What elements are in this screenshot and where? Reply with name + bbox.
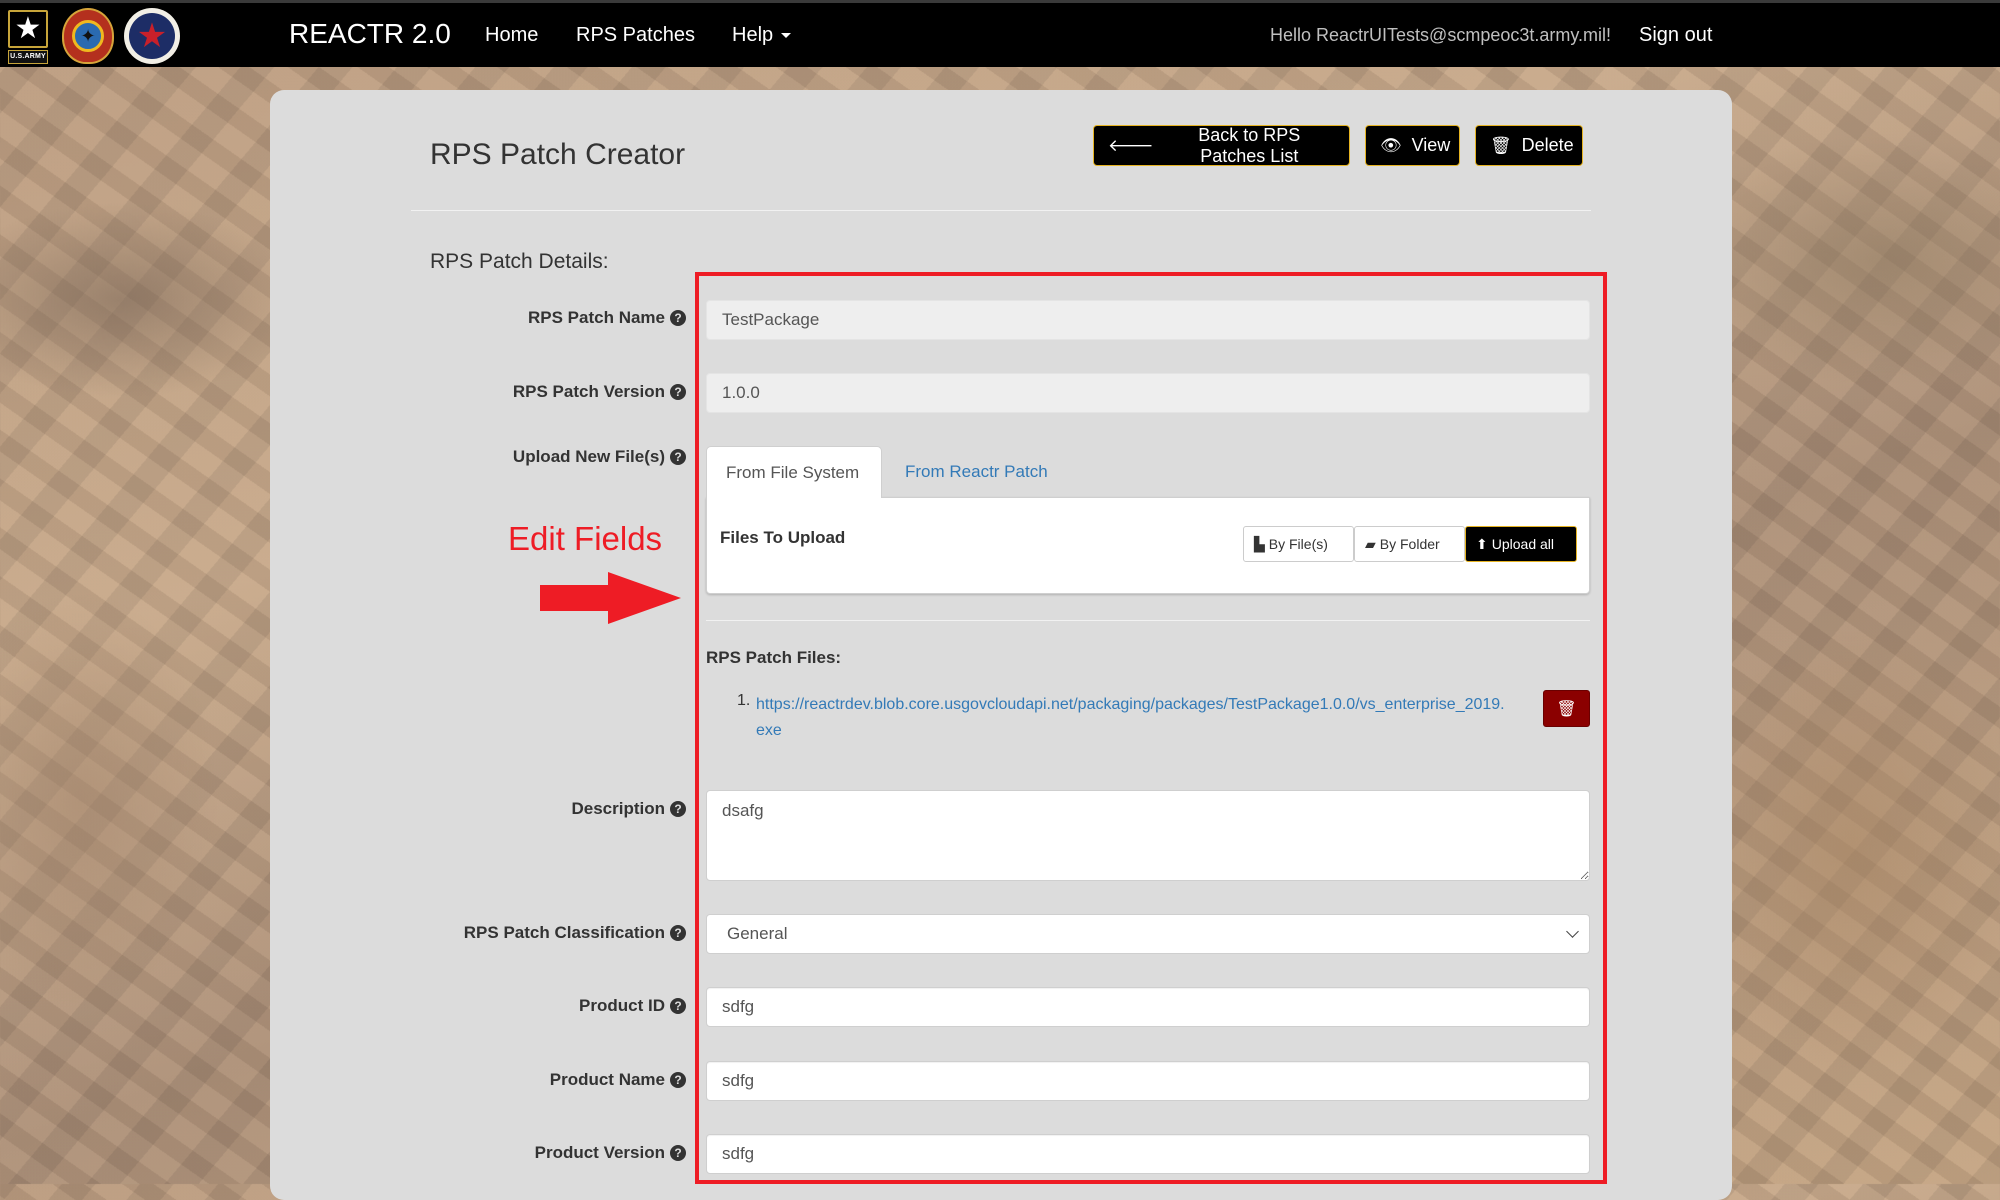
by-files-label: By File(s) xyxy=(1268,536,1328,552)
header-divider xyxy=(411,210,1591,211)
files-to-upload-heading: Files To Upload xyxy=(720,528,846,547)
signal-corps-crest-logo[interactable]: ✦ xyxy=(60,8,116,64)
by-folder-button[interactable]: ▰ By Folder xyxy=(1354,526,1465,562)
nav-help-dropdown[interactable]: Help xyxy=(732,24,792,47)
edit-fields-annotation: Edit Fields xyxy=(508,520,663,557)
delete-button[interactable]: 🗑 Delete xyxy=(1475,125,1583,166)
nav-home[interactable]: Home xyxy=(485,24,538,47)
product-version-input[interactable]: sdfg xyxy=(706,1134,1590,1174)
patch-file-link[interactable]: https://reactrdev.blob.core.usgovcloudap… xyxy=(756,692,1506,744)
compass-icon: ✦ xyxy=(72,20,104,52)
brand-link[interactable]: REACTR 2.0 xyxy=(289,18,451,50)
product-version-value: sdfg xyxy=(722,1144,755,1163)
arrow-left-icon: 🡐 xyxy=(1108,136,1154,155)
back-to-list-button[interactable]: 🡐 Back to RPS Patches List xyxy=(1093,125,1350,166)
view-button-label: View xyxy=(1411,135,1451,155)
arrow-shape xyxy=(540,572,681,624)
tab-from-reactr-patch[interactable]: From Reactr Patch xyxy=(886,446,1067,498)
help-icon[interactable]: ? xyxy=(670,925,686,941)
folder-open-icon: ▰ xyxy=(1365,535,1376,552)
classification-label: RPS Patch Classification? xyxy=(464,923,686,943)
upload-all-button[interactable]: ⬆ Upload all xyxy=(1465,526,1577,562)
help-icon[interactable]: ? xyxy=(670,310,686,326)
description-label-text: Description xyxy=(571,799,665,818)
product-id-value: sdfg xyxy=(722,997,755,1016)
back-button-label: Back to RPS Patches List xyxy=(1198,124,1301,166)
description-textarea[interactable]: dsafg xyxy=(706,790,1590,881)
patch-version-label-text: RPS Patch Version xyxy=(512,382,665,401)
product-name-input[interactable]: sdfg xyxy=(706,1061,1590,1101)
by-folder-label: By Folder xyxy=(1379,536,1440,552)
page-title: RPS Patch Creator xyxy=(430,138,686,171)
patch-name-label-text: RPS Patch Name xyxy=(528,308,665,327)
product-id-label: Product ID? xyxy=(579,996,686,1016)
nav-help-label: Help xyxy=(732,24,774,46)
product-name-value: sdfg xyxy=(722,1071,755,1090)
tab-from-file-system[interactable]: From File System xyxy=(706,446,882,498)
trash-icon: 🗑 xyxy=(1556,700,1577,718)
eye-icon: 👁 xyxy=(1380,136,1402,155)
product-id-input[interactable]: sdfg xyxy=(706,987,1590,1027)
files-divider xyxy=(706,620,1590,621)
patch-version-label: RPS Patch Version? xyxy=(513,382,686,402)
help-icon[interactable]: ? xyxy=(670,384,686,400)
chevron-down-icon xyxy=(1566,924,1579,938)
delete-file-button[interactable]: 🗑 xyxy=(1543,690,1590,727)
patch-name-field[interactable]: TestPackage xyxy=(706,300,1590,340)
upload-label-text: Upload New File(s) xyxy=(512,447,665,466)
help-icon[interactable]: ? xyxy=(670,998,686,1014)
classification-select[interactable]: General xyxy=(706,914,1590,954)
nav-rps-patches[interactable]: RPS Patches xyxy=(576,24,695,47)
help-icon[interactable]: ? xyxy=(670,1072,686,1088)
by-files-button[interactable]: ▙ By File(s) xyxy=(1243,526,1354,562)
product-version-label: Product Version? xyxy=(535,1143,686,1163)
patch-files-heading: RPS Patch Files: xyxy=(706,648,842,667)
trash-icon: 🗑 xyxy=(1490,136,1512,155)
file-item-number: 1. xyxy=(737,692,751,709)
product-name-label-text: Product Name xyxy=(549,1070,665,1089)
patch-name-value: TestPackage xyxy=(722,310,820,329)
view-button[interactable]: 👁 View xyxy=(1365,125,1460,166)
classification-value: General xyxy=(727,924,788,943)
product-version-label-text: Product Version xyxy=(534,1143,665,1162)
help-icon[interactable]: ? xyxy=(670,1145,686,1161)
army-tag: U.S.ARMY xyxy=(8,50,48,64)
upload-all-label: Upload all xyxy=(1491,536,1554,552)
patch-version-field[interactable]: 1.0.0 xyxy=(706,373,1590,413)
description-label: Description? xyxy=(571,799,686,819)
command-seal-logo[interactable]: ★ xyxy=(124,8,182,64)
file-icon: ▙ xyxy=(1254,535,1265,552)
us-army-logo[interactable]: ★ U.S.ARMY xyxy=(6,8,50,64)
star-icon: ★ xyxy=(8,10,48,48)
upload-tab-panel: Files To Upload ▙ By File(s) ▰ By Folder… xyxy=(706,497,1590,594)
upload-label: Upload New File(s)? xyxy=(513,447,686,467)
patch-name-label: RPS Patch Name? xyxy=(528,308,686,328)
classification-label-text: RPS Patch Classification xyxy=(463,923,665,942)
user-greeting: Hello ReactrUITests@scmpeoc3t.army.mil! xyxy=(1270,25,1612,45)
red-arrow-icon xyxy=(540,572,681,624)
star-icon: ★ xyxy=(129,13,175,59)
delete-button-label: Delete xyxy=(1521,135,1574,155)
section-title: RPS Patch Details: xyxy=(430,250,609,273)
help-icon[interactable]: ? xyxy=(670,801,686,817)
caret-down-icon xyxy=(781,33,792,39)
product-name-label: Product Name? xyxy=(550,1070,686,1090)
product-id-label-text: Product ID xyxy=(579,996,665,1015)
help-icon[interactable]: ? xyxy=(670,449,686,465)
navbar: ★ U.S.ARMY ✦ ★ REACTR 2.0 Home RPS Patch… xyxy=(0,3,2000,67)
patch-version-value: 1.0.0 xyxy=(722,383,760,402)
upload-circle-icon: ⬆ xyxy=(1476,535,1488,552)
sign-out-link[interactable]: Sign out xyxy=(1639,24,1712,47)
